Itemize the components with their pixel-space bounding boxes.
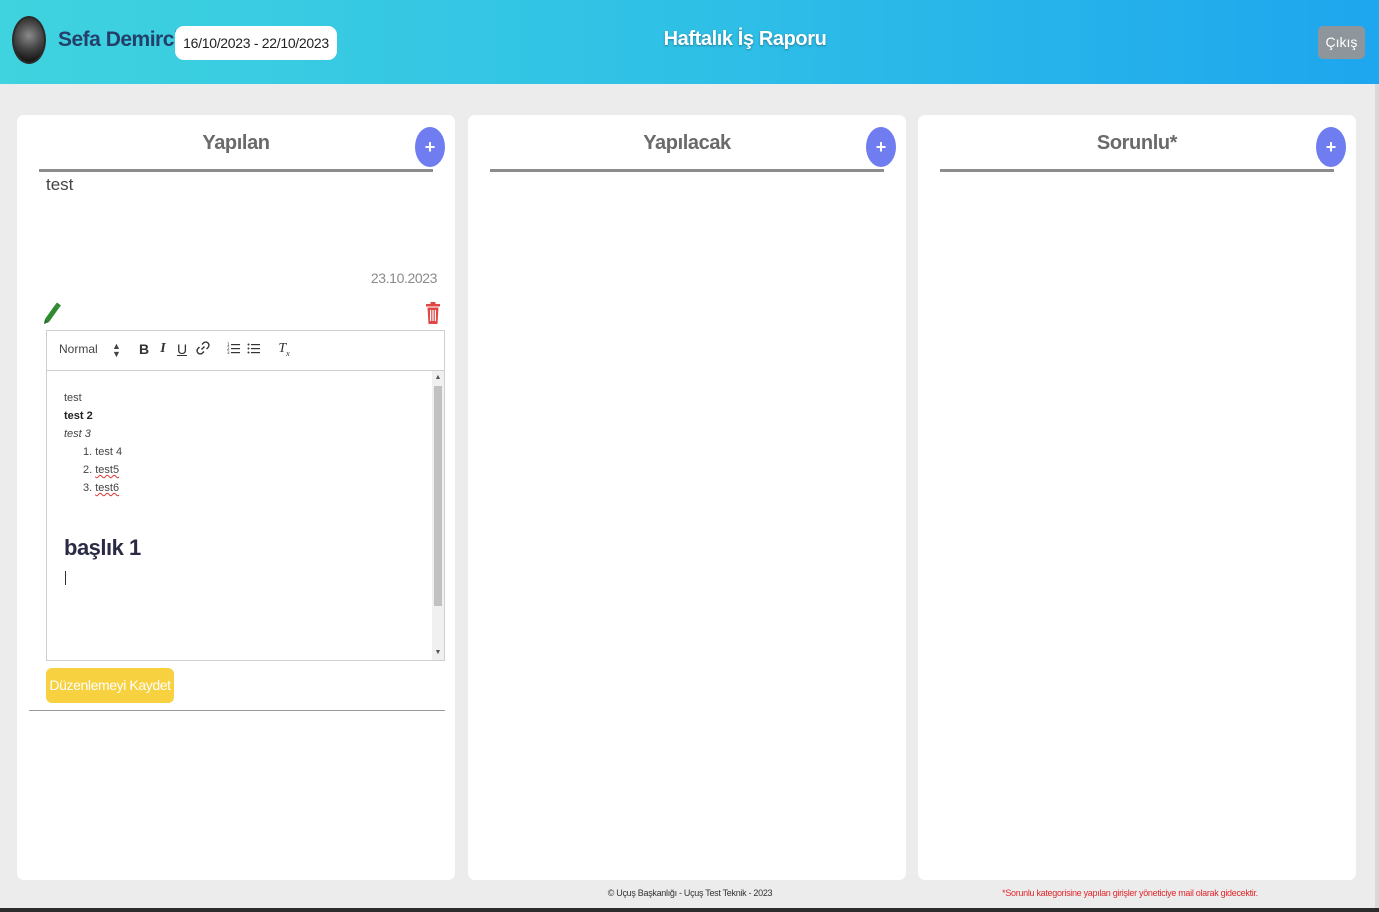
add-entry-button[interactable]: + xyxy=(415,127,445,167)
page-title: Haftalık İş Raporu xyxy=(663,28,827,50)
top-header: Sefa Demirci 16/10/2023 - 22/10/2023 Haf… xyxy=(0,0,1379,84)
editor-ordered-list: 1. test 4 2. test5 3. test6 xyxy=(83,446,122,500)
svg-text:3: 3 xyxy=(227,350,230,355)
list-item: 3. test6 xyxy=(83,482,122,500)
misspelled-word: test6 xyxy=(95,482,120,494)
format-select[interactable]: Normal xyxy=(59,342,98,356)
editor-toolbar: Normal ▲ ▼ B I U 1 2 3 Tx xyxy=(47,331,444,371)
column-divider xyxy=(940,169,1334,172)
editor-line: test xyxy=(64,392,82,404)
user-name: Sefa Demirci xyxy=(58,28,180,51)
clear-format-button[interactable]: Tx xyxy=(277,341,291,358)
add-entry-button[interactable]: + xyxy=(866,127,896,167)
footer-copyright: © Uçuş Başkanlığı - Uçuş Test Teknik - 2… xyxy=(607,888,773,898)
list-item: 1. test 4 xyxy=(83,446,123,458)
rich-text-editor: Normal ▲ ▼ B I U 1 2 3 Tx test test 2 te… xyxy=(46,330,445,661)
bottom-edge xyxy=(0,908,1379,912)
editor-content[interactable]: test test 2 test 3 1. test 4 2. test5 3.… xyxy=(47,371,432,660)
scroll-down-icon[interactable]: ▼ xyxy=(434,649,442,656)
ordered-list-icon[interactable]: 1 2 3 xyxy=(227,341,241,355)
scroll-up-icon[interactable]: ▲ xyxy=(434,374,442,381)
save-edit-button[interactable]: Düzenlemeyi Kaydet xyxy=(46,668,174,703)
list-item-text: 3. test6 xyxy=(83,482,120,494)
list-item-text: 2. test5 xyxy=(83,464,120,476)
logout-button[interactable]: Çıkış xyxy=(1318,26,1365,59)
list-item: 2. test5 xyxy=(83,464,122,482)
add-entry-button[interactable]: + xyxy=(1316,127,1346,167)
pencil-icon[interactable] xyxy=(41,301,61,325)
editor-line-italic: test 3 xyxy=(64,428,91,440)
column-title: Yapılan xyxy=(202,132,270,154)
entry-divider xyxy=(29,710,445,711)
column-done: Yapılan + test 23.10.2023 Normal ▲ ▼ B I … xyxy=(17,115,455,880)
footer-note: *Sorunlu kategorisine yapılan girişler y… xyxy=(1002,888,1258,898)
misspelled-word: test5 xyxy=(95,464,120,476)
bullet-list-icon[interactable] xyxy=(247,341,261,355)
column-problem: Sorunlu* + xyxy=(918,115,1356,880)
italic-button[interactable]: I xyxy=(156,341,170,357)
underline-button[interactable]: U xyxy=(175,341,189,357)
scroll-thumb[interactable] xyxy=(434,386,442,606)
column-divider xyxy=(39,169,433,172)
editor-scrollbar[interactable]: ▲ ▼ xyxy=(432,371,444,660)
column-title: Yapılacak xyxy=(643,132,731,154)
select-arrows-icon: ▲ ▼ xyxy=(112,341,121,359)
column-divider xyxy=(490,169,884,172)
column-todo: Yapılacak + xyxy=(468,115,906,880)
link-icon[interactable] xyxy=(196,341,210,355)
bold-button[interactable]: B xyxy=(137,341,151,357)
date-range-picker[interactable]: 16/10/2023 - 22/10/2023 xyxy=(175,26,337,60)
text-caret xyxy=(65,571,66,585)
window-scrollbar-track[interactable] xyxy=(1375,84,1379,912)
editor-line-bold: test 2 xyxy=(64,410,93,422)
column-title: Sorunlu* xyxy=(1096,132,1178,154)
entry-text: test xyxy=(46,175,74,194)
trash-icon[interactable] xyxy=(425,301,441,325)
avatar xyxy=(12,16,46,64)
entry-date: 23.10.2023 xyxy=(370,270,437,286)
editor-heading: başlık 1 xyxy=(64,535,141,560)
